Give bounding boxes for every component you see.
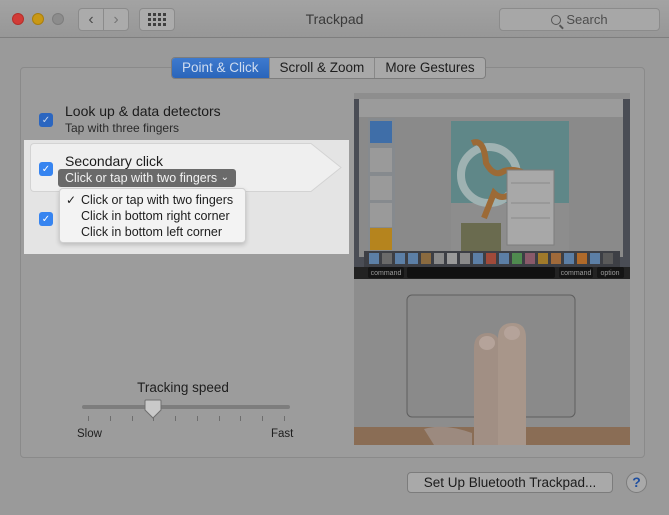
title-bar: ‹ › Trackpad Search — [0, 0, 669, 38]
selection-arrow-tip — [305, 143, 342, 192]
menu-item-bottom-left[interactable]: Click in bottom left corner — [60, 224, 245, 240]
search-icon — [551, 14, 562, 25]
menu-item-label: Click in bottom left corner — [81, 225, 223, 239]
lookup-checkbox[interactable]: ✓ — [39, 113, 53, 127]
tab-point-click[interactable]: Point & Click — [172, 58, 269, 78]
slider-tick — [196, 416, 198, 421]
secondary-click-menu: ✓ Click or tap with two fingers Click in… — [59, 188, 246, 243]
menu-item-two-fingers[interactable]: ✓ Click or tap with two fingers — [60, 192, 245, 208]
tracking-speed-track[interactable] — [82, 405, 290, 409]
slider-min-label: Slow — [77, 428, 102, 440]
checkmark-icon: ✓ — [41, 114, 51, 126]
secondary-click-popup[interactable]: Click or tap with two fingers ⌄ — [58, 169, 236, 187]
key-command-right: command — [561, 270, 592, 277]
tracking-speed-label: Tracking speed — [137, 380, 229, 395]
tab-more-gestures[interactable]: More Gestures — [374, 58, 484, 78]
third-option-checkbox[interactable]: ✓ — [39, 212, 53, 226]
secondary-click-title: Secondary click — [65, 153, 164, 169]
slider-max-label: Fast — [271, 428, 294, 440]
slider-tick — [131, 416, 133, 421]
secondary-click-checkbox[interactable]: ✓ — [39, 162, 53, 176]
setup-bluetooth-trackpad-button[interactable]: Set Up Bluetooth Trackpad... — [407, 472, 613, 493]
menu-item-bottom-right[interactable]: Click in bottom right corner — [60, 208, 245, 224]
help-icon: ? — [632, 474, 641, 490]
trackpad-illustration: command command option — [354, 93, 630, 445]
checkmark-icon: ✓ — [41, 163, 51, 175]
lookup-title: Look up & data detectors — [65, 103, 221, 119]
tracking-speed-thumb[interactable] — [144, 399, 162, 419]
slider-tick — [284, 416, 285, 421]
search-field[interactable]: Search — [499, 8, 660, 31]
help-button[interactable]: ? — [626, 472, 647, 493]
checkmark-icon: ✓ — [41, 213, 51, 225]
lookup-subtitle: Tap with three fingers — [65, 121, 180, 135]
slider-tick — [218, 416, 220, 421]
slider-tick — [88, 416, 89, 421]
slider-tick — [240, 416, 242, 421]
gesture-preview-video: command command option — [354, 93, 630, 445]
menu-item-label: Click in bottom right corner — [81, 209, 230, 223]
key-option: option — [600, 270, 619, 277]
thumbnail-selected — [370, 121, 392, 143]
slider-tick — [262, 416, 264, 421]
check-icon: ✓ — [66, 193, 77, 207]
slider-tick — [109, 416, 111, 421]
chevron-down-icon: ⌄ — [220, 172, 229, 183]
search-placeholder: Search — [566, 12, 608, 27]
popup-selected-value: Click or tap with two fingers — [65, 171, 218, 185]
key-command-left: command — [371, 270, 402, 277]
tab-scroll-zoom[interactable]: Scroll & Zoom — [268, 58, 375, 78]
tab-bar: Point & Click Scroll & Zoom More Gesture… — [171, 57, 486, 79]
menu-item-label: Click or tap with two fingers — [81, 193, 234, 207]
slider-tick — [175, 416, 177, 421]
